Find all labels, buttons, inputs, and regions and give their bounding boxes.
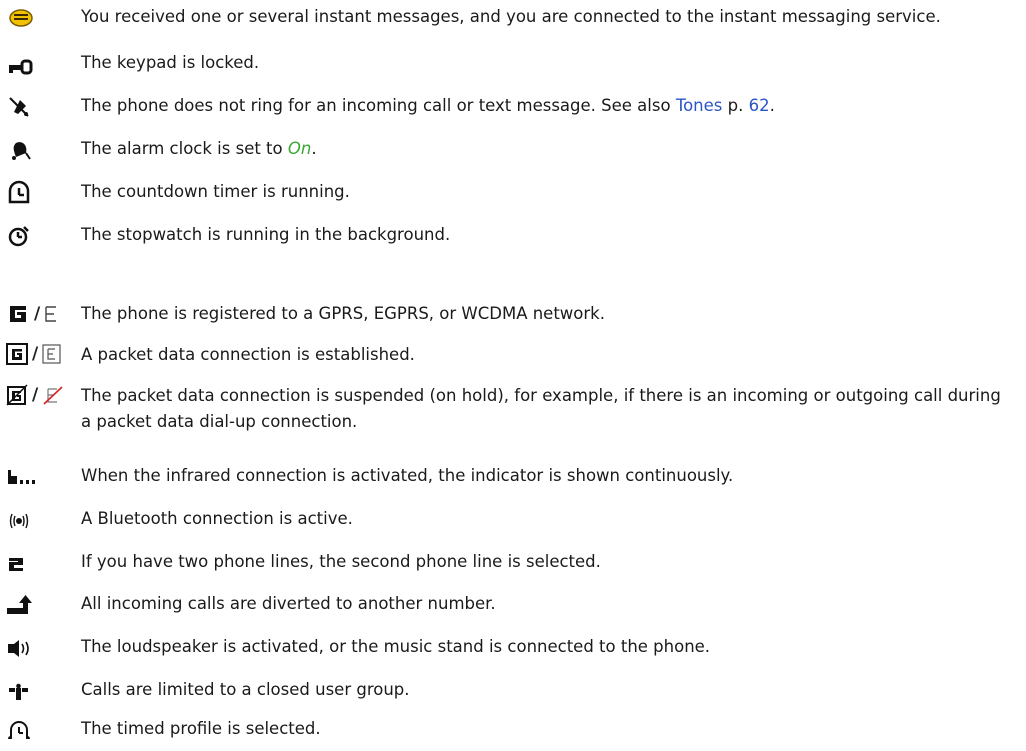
separator-slash: / xyxy=(32,385,39,405)
packet-data-suspended-icon: / xyxy=(6,384,66,410)
separator-slash: / xyxy=(34,304,41,324)
text-segment: The phone does not ring for an incoming … xyxy=(81,96,676,115)
indicator-description: The loudspeaker is activated, or the mus… xyxy=(81,637,711,656)
text-segment: p. xyxy=(722,96,749,115)
indicator-row-closed-user-group: Calls are limited to a closed user group… xyxy=(0,677,1016,705)
indicator-row-keypad-lock: The keypad is locked. xyxy=(0,50,1016,78)
instant-message-icon xyxy=(6,5,66,31)
indicator-row-second-line: If you have two phone lines, the second … xyxy=(0,549,1016,577)
indicator-row-call-divert: All incoming calls are diverted to anoth… xyxy=(0,591,1016,619)
indicator-row-instant-message: You received one or several instant mess… xyxy=(0,4,1016,32)
indicator-description: A Bluetooth connection is active. xyxy=(81,509,353,528)
alarm-clock-icon xyxy=(6,137,66,163)
gprs-egprs-registered-icon: / xyxy=(6,302,66,328)
indicator-description: The stopwatch is running in the backgrou… xyxy=(81,225,451,244)
closed-user-group-icon xyxy=(6,678,66,704)
indicator-row-stopwatch: The stopwatch is running in the backgrou… xyxy=(0,222,1016,250)
setting-value-on: On xyxy=(287,139,312,158)
infrared-icon xyxy=(6,464,66,490)
stopwatch-icon xyxy=(6,223,66,249)
text-segment: The alarm clock is set to xyxy=(81,139,288,158)
text-segment: . xyxy=(769,96,775,115)
indicator-description: When the infrared connection is activate… xyxy=(81,466,734,485)
indicator-row-bluetooth: A Bluetooth connection is active. xyxy=(0,506,1016,534)
indicator-row-countdown-timer: The countdown timer is running. xyxy=(0,179,1016,207)
separator-slash: / xyxy=(32,344,39,364)
countdown-timer-icon xyxy=(6,180,66,206)
indicator-row-alarm-clock: The alarm clock is set to On. xyxy=(0,136,1016,164)
indicator-description: The phone does not ring for an incoming … xyxy=(81,93,1016,119)
second-line-icon xyxy=(6,550,66,576)
indicator-description: The timed profile is selected. xyxy=(81,719,321,738)
indicator-description: The packet data connection is suspended … xyxy=(81,386,1001,431)
indicator-description: All incoming calls are diverted to anoth… xyxy=(81,594,496,613)
indicator-description: The alarm clock is set to On. xyxy=(81,136,1016,162)
indicator-row-network-registered: / The phone is registered to a GPRS, EGP… xyxy=(0,301,1016,329)
call-divert-icon xyxy=(6,592,66,618)
loudspeaker-icon xyxy=(6,635,66,661)
indicator-row-timed-profile: The timed profile is selected. xyxy=(0,716,1016,744)
indicator-description: You received one or several instant mess… xyxy=(81,7,941,26)
page-reference-link[interactable]: 62 xyxy=(749,96,770,115)
indicator-description: A packet data connection is established. xyxy=(81,345,415,364)
indicator-row-packet-data-active: / A packet data connection is establishe… xyxy=(0,342,1016,370)
packet-data-active-icon: / xyxy=(6,343,66,369)
indicator-description: Calls are limited to a closed user group… xyxy=(81,680,410,699)
timed-profile-icon xyxy=(6,717,66,743)
indicator-row-loudspeaker: The loudspeaker is activated, or the mus… xyxy=(0,634,1016,662)
silent-ringer-icon xyxy=(6,94,66,120)
indicator-description: If you have two phone lines, the second … xyxy=(81,552,601,571)
indicator-description: The keypad is locked. xyxy=(81,53,260,72)
indicator-description: The phone is registered to a GPRS, EGPRS… xyxy=(81,304,605,323)
tones-link[interactable]: Tones xyxy=(676,96,723,115)
indicator-row-infrared: When the infrared connection is activate… xyxy=(0,463,1016,491)
bluetooth-icon xyxy=(6,507,66,533)
indicator-row-silent-ringer: The phone does not ring for an incoming … xyxy=(0,93,1016,121)
text-segment: . xyxy=(311,139,317,158)
indicator-description: The countdown timer is running. xyxy=(81,182,350,201)
keypad-lock-icon xyxy=(6,51,66,77)
indicator-row-packet-data-suspended: / The packet data connection is suspende… xyxy=(0,383,1016,439)
